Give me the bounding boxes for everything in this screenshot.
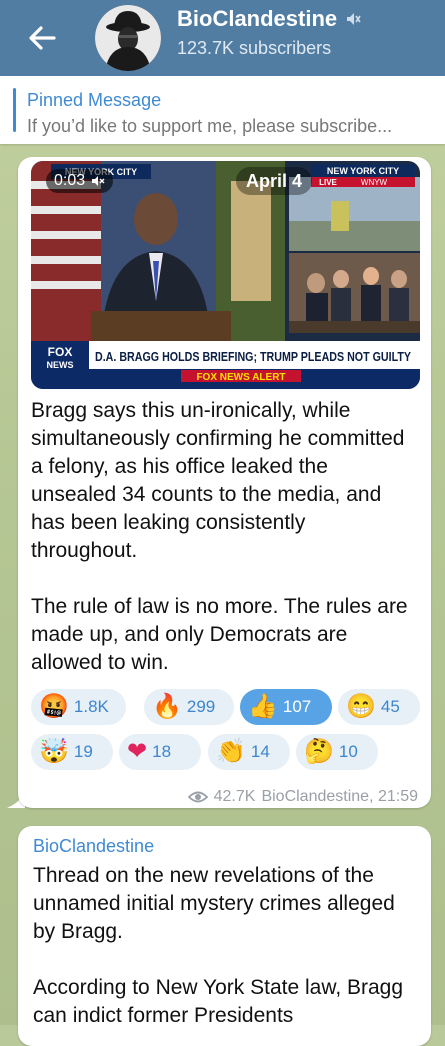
channel-title[interactable]: BioClandestine	[177, 6, 337, 32]
reaction-count: 14	[250, 742, 270, 761]
view-count: 42.7K	[213, 788, 256, 805]
message-bubble[interactable]: NEW YORK CITY NEW YORK CITY LIVE WNYW FO…	[18, 157, 431, 808]
grin-icon: 😁	[346, 693, 376, 720]
message-text: Bragg says this un-ironically, while sim…	[31, 399, 408, 674]
video-chyron: D.A. BRAGG HOLDS BRIEFING; TRUMP PLEADS …	[95, 349, 411, 364]
pinned-text: If you’d like to support me, please subs…	[27, 116, 393, 136]
reaction-thinking[interactable]: 🤔 10	[296, 734, 378, 770]
message-text: Thread on the new revelations of the unn…	[33, 864, 404, 1027]
reaction-clap[interactable]: 👏 14	[208, 734, 290, 770]
video-live-label: LIVE	[319, 178, 337, 187]
eye-icon	[187, 791, 208, 803]
video-channel-label: WNYW	[361, 178, 388, 187]
video-alert-banner: FOX NEWS ALERT	[196, 372, 285, 383]
reaction-grin[interactable]: 😁 45	[338, 689, 420, 725]
thumbs-up-icon: 👍	[248, 693, 278, 720]
date-badge: April 4	[236, 167, 313, 195]
fire-icon: 🔥	[152, 693, 182, 720]
reaction-count: 18	[152, 742, 172, 761]
fox-logo-text: FOX	[48, 345, 73, 359]
muted-icon	[347, 13, 361, 25]
reaction-exploding-head[interactable]: 🤯 19	[31, 734, 113, 770]
message-author[interactable]: BioClandestine	[33, 836, 154, 857]
video-duration: 0:03	[46, 169, 114, 193]
channel-header: BioClandestine 123.7K subscribers	[0, 0, 445, 76]
reaction-count: 1.8K	[73, 697, 109, 716]
subscriber-count: 123.7K subscribers	[177, 38, 332, 58]
heart-icon: ❤	[127, 738, 148, 765]
back-arrow-icon[interactable]	[24, 20, 60, 56]
video-location-right: NEW YORK CITY	[327, 166, 399, 176]
message-bubble[interactable]: BioClandestine Thread on the new revelat…	[18, 826, 431, 1046]
news-logo-text: NEWS	[47, 360, 74, 370]
reaction-count: 299	[186, 697, 216, 716]
reaction-count: 45	[380, 697, 400, 716]
video-duration-text: 0:03	[54, 172, 86, 189]
reaction-count: 107	[282, 697, 312, 716]
video-muted-icon[interactable]	[91, 174, 105, 188]
reaction-angry[interactable]: 🤬 1.8K	[31, 689, 126, 725]
message-meta: 42.7K BioClandestine, 21:59	[187, 788, 418, 806]
reaction-thumbs-up[interactable]: 👍 107	[240, 689, 332, 725]
clapping-icon: 👏	[216, 738, 246, 765]
reaction-count: 10	[338, 742, 358, 761]
pinned-message-bar[interactable]: Pinned Message If you’d like to support …	[0, 76, 445, 144]
message-signature: BioClandestine, 21:59	[261, 788, 418, 805]
reaction-count: 19	[73, 742, 93, 761]
exploding-head-icon: 🤯	[39, 738, 69, 765]
angry-face-icon: 🤬	[39, 693, 69, 720]
pinned-title: Pinned Message	[27, 90, 162, 110]
reaction-heart[interactable]: ❤ 18	[119, 734, 201, 770]
thinking-face-icon: 🤔	[304, 738, 334, 765]
reaction-fire[interactable]: 🔥 299	[144, 689, 234, 725]
pinned-indicator	[13, 88, 16, 132]
channel-avatar[interactable]	[95, 5, 161, 71]
video-thumbnail[interactable]: NEW YORK CITY NEW YORK CITY LIVE WNYW FO…	[31, 161, 420, 389]
